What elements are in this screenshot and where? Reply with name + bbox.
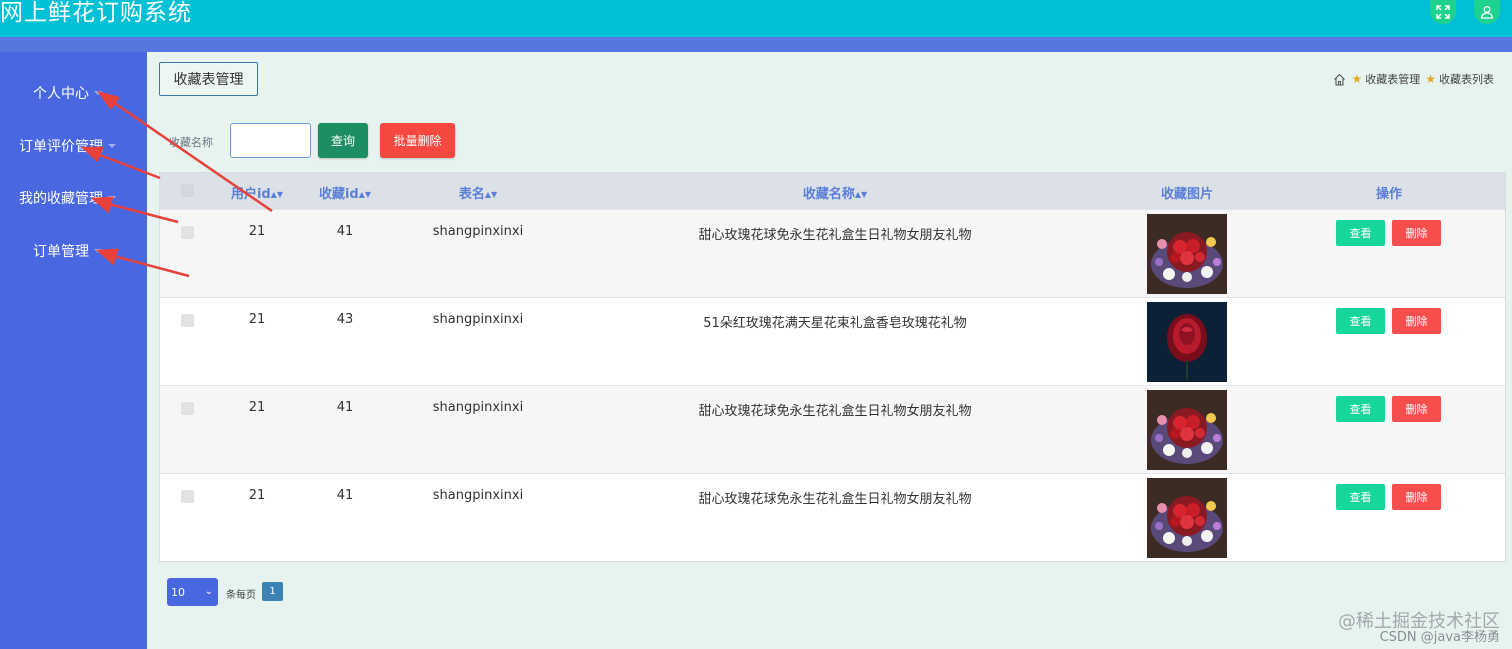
star-icon: ★ bbox=[1351, 72, 1363, 86]
user-icon bbox=[1480, 6, 1494, 19]
cell-table-name: shangpinxinxi bbox=[432, 400, 524, 415]
column-header-label: 收藏名称 bbox=[802, 187, 855, 202]
caret-down-icon bbox=[94, 91, 102, 95]
row-checkbox[interactable] bbox=[181, 402, 194, 415]
sort-icon: ▲▼ bbox=[270, 190, 284, 199]
red-rose-image bbox=[1147, 302, 1227, 382]
sidebar-item-order-review[interactable]: 订单评价管理 bbox=[19, 136, 116, 156]
column-header-user-id[interactable]: 用户id▲▼ bbox=[231, 183, 283, 202]
sidebar-item-order-management[interactable]: 订单管理 bbox=[33, 241, 102, 261]
flower-bouquet-image bbox=[1147, 390, 1227, 470]
column-header-fav-image: 收藏图片 bbox=[1160, 187, 1214, 202]
cell-fav-id: 43 bbox=[336, 312, 354, 327]
page-size-value: 10 bbox=[171, 585, 185, 599]
caret-down-icon bbox=[108, 196, 116, 200]
cell-fav-name: 51朵红玫瑰花满天星花束礼盒香皂玫瑰花礼物 bbox=[703, 316, 967, 331]
table-row: 21 43 shangpinxinxi 51朵红玫瑰花满天星花束礼盒香皂玫瑰花礼… bbox=[160, 297, 1505, 385]
caret-down-icon bbox=[108, 144, 116, 148]
chevron-down-icon: ⌄ bbox=[204, 586, 213, 597]
column-header-fav-id[interactable]: 收藏id▲▼ bbox=[319, 183, 371, 202]
delete-button[interactable]: 删除 bbox=[1392, 308, 1441, 334]
search-input[interactable] bbox=[230, 123, 311, 158]
cell-table-name: shangpinxinxi bbox=[432, 224, 524, 239]
app-title: 网上鲜花订购系统 bbox=[0, 0, 192, 26]
column-header-actions: 操作 bbox=[1375, 187, 1403, 202]
cell-user-id: 21 bbox=[248, 488, 266, 503]
column-header-fav-name[interactable]: 收藏名称▲▼ bbox=[803, 183, 867, 202]
cell-fav-name: 甜心玫瑰花球免永生花礼盒生日礼物女朋友礼物 bbox=[698, 404, 972, 419]
sort-icon: ▲▼ bbox=[854, 190, 868, 199]
row-checkbox[interactable] bbox=[181, 490, 194, 503]
favorites-table: 用户id▲▼ 收藏id▲▼ 表名▲▼ 收藏名称▲▼ 收藏图片 操作 21 41 … bbox=[159, 172, 1506, 562]
sidebar-item-label: 我的收藏管理 bbox=[19, 191, 103, 207]
table-header: 用户id▲▼ 收藏id▲▼ 表名▲▼ 收藏名称▲▼ 收藏图片 操作 bbox=[160, 173, 1505, 209]
delete-button[interactable]: 删除 bbox=[1392, 220, 1441, 246]
sidebar-item-label: 订单管理 bbox=[33, 244, 89, 260]
top-header-bar: 网上鲜花订购系统 bbox=[0, 0, 1512, 37]
table-row: 21 41 shangpinxinxi 甜心玫瑰花球免永生花礼盒生日礼物女朋友礼… bbox=[160, 209, 1505, 297]
cell-table-name: shangpinxinxi bbox=[432, 312, 524, 327]
sidebar-item-label: 个人中心 bbox=[33, 86, 89, 102]
column-header-label: 收藏id bbox=[318, 187, 359, 202]
search-button[interactable]: 查询 bbox=[318, 123, 368, 158]
fullscreen-icon bbox=[1436, 5, 1450, 19]
sidebar-item-personal-center[interactable]: 个人中心 bbox=[33, 83, 102, 103]
delete-button[interactable]: 删除 bbox=[1392, 396, 1441, 422]
fullscreen-button[interactable] bbox=[1430, 0, 1456, 24]
sort-icon: ▲▼ bbox=[484, 190, 498, 199]
watermark-line: CSDN @java李杨勇 bbox=[1379, 630, 1500, 645]
row-checkbox[interactable] bbox=[181, 226, 194, 239]
page-size-select[interactable]: 10 ⌄ bbox=[167, 578, 218, 606]
cell-fav-name: 甜心玫瑰花球免永生花礼盒生日礼物女朋友礼物 bbox=[698, 228, 972, 243]
view-button[interactable]: 查看 bbox=[1336, 220, 1385, 246]
cell-fav-id: 41 bbox=[336, 224, 354, 239]
flower-bouquet-image bbox=[1147, 478, 1227, 558]
breadcrumb-item: 收藏表列表 bbox=[1439, 73, 1494, 86]
header-divider-strip bbox=[0, 37, 1512, 52]
flower-bouquet-image bbox=[1147, 214, 1227, 294]
sort-icon: ▲▼ bbox=[358, 190, 372, 199]
column-header-label: 表名 bbox=[458, 187, 485, 202]
star-icon: ★ bbox=[1425, 72, 1436, 86]
cell-fav-id: 41 bbox=[336, 400, 354, 415]
breadcrumb-item[interactable]: 收藏表管理 bbox=[1365, 71, 1420, 87]
delete-button[interactable]: 删除 bbox=[1392, 484, 1441, 510]
search-label: 收藏名称 bbox=[169, 136, 213, 149]
table-row: 21 41 shangpinxinxi 甜心玫瑰花球免永生花礼盒生日礼物女朋友礼… bbox=[160, 385, 1505, 473]
sidebar-item-my-favorites[interactable]: 我的收藏管理 bbox=[19, 188, 116, 208]
cell-table-name: shangpinxinxi bbox=[432, 488, 524, 503]
column-header-table-name[interactable]: 表名▲▼ bbox=[459, 183, 497, 202]
tab-favorites-management[interactable]: 收藏表管理 bbox=[159, 62, 258, 96]
view-button[interactable]: 查看 bbox=[1336, 308, 1385, 334]
cell-fav-name: 甜心玫瑰花球免永生花礼盒生日礼物女朋友礼物 bbox=[698, 492, 972, 507]
sidebar-item-label: 订单评价管理 bbox=[19, 139, 103, 155]
page-number-button[interactable]: 1 bbox=[262, 582, 283, 601]
breadcrumb: ★ 收藏表管理 ★ 收藏表列表 bbox=[1333, 71, 1494, 87]
cell-user-id: 21 bbox=[248, 312, 266, 327]
cell-fav-id: 41 bbox=[336, 488, 354, 503]
batch-delete-button[interactable]: 批量删除 bbox=[380, 123, 455, 158]
view-button[interactable]: 查看 bbox=[1336, 396, 1385, 422]
row-checkbox[interactable] bbox=[181, 314, 194, 327]
cell-user-id: 21 bbox=[248, 224, 266, 239]
table-row: 21 41 shangpinxinxi 甜心玫瑰花球免永生花礼盒生日礼物女朋友礼… bbox=[160, 473, 1505, 561]
caret-down-icon bbox=[94, 249, 102, 253]
select-all-checkbox[interactable] bbox=[181, 184, 194, 197]
home-icon[interactable] bbox=[1333, 73, 1346, 86]
cell-user-id: 21 bbox=[248, 400, 266, 415]
per-page-label: 条每页 bbox=[226, 590, 256, 601]
user-button[interactable] bbox=[1474, 0, 1500, 24]
column-header-label: 用户id bbox=[230, 187, 271, 202]
view-button[interactable]: 查看 bbox=[1336, 484, 1385, 510]
